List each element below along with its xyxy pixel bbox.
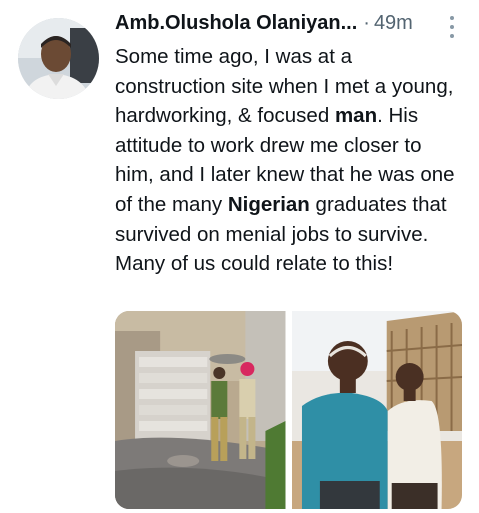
avatar[interactable]	[18, 18, 99, 99]
timestamp[interactable]: 49m	[374, 12, 413, 35]
author-name[interactable]: Amb.Olushola Olaniyan...	[115, 12, 357, 35]
more-options-icon[interactable]	[445, 16, 459, 38]
header-separator: ·	[363, 12, 370, 34]
two-men-smiling-photo[interactable]	[291, 311, 462, 509]
tweet-text-bold: Nigerian	[227, 192, 310, 216]
construction-workers-photo[interactable]	[115, 311, 286, 509]
tweet-text: Some time ago, I was at a construction s…	[115, 42, 465, 279]
tweet-header: Amb.Olushola Olaniyan... · 49m	[115, 12, 459, 42]
tweet-text-bold: man	[334, 104, 378, 128]
tweet-media	[115, 311, 462, 509]
tweet[interactable]: Amb.Olushola Olaniyan... · 49m Some time…	[0, 0, 479, 513]
